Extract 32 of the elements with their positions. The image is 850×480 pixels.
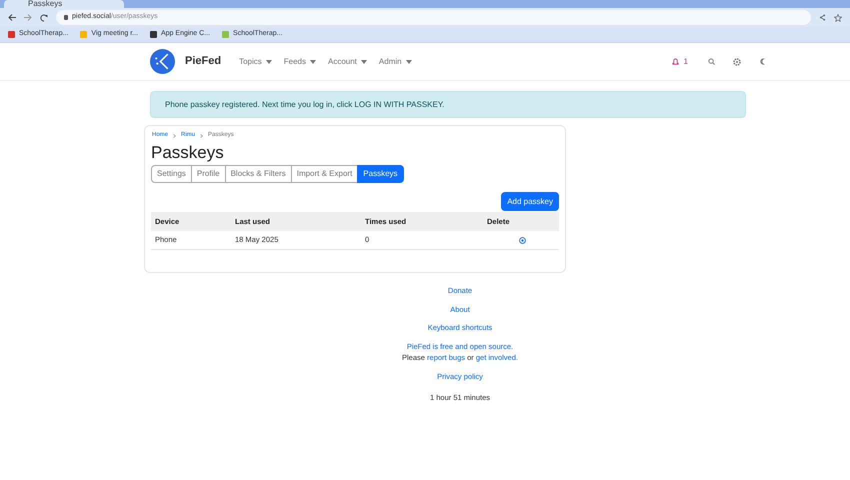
settings-tab[interactable]: Passkeys [357, 165, 404, 183]
nav-menu[interactable]: Admin [378, 56, 412, 68]
search-icon[interactable] [708, 58, 715, 65]
success-alert: Phone passkey registered. Next time you log in, click LOG IN WITH PASSKEY. [150, 91, 746, 118]
moon-icon[interactable] [759, 58, 766, 65]
browser-tab[interactable]: Passkeys [4, 0, 124, 8]
reload-icon[interactable] [40, 14, 48, 22]
page-title: Passkeys [151, 142, 225, 164]
settings-icon[interactable] [733, 58, 741, 66]
star-icon[interactable] [834, 14, 842, 22]
caret-icon [406, 60, 412, 64]
chevron-icon [173, 134, 176, 138]
brand-name[interactable]: PieFed [185, 53, 222, 70]
nav-menu[interactable]: Account [328, 56, 367, 68]
notification-button[interactable]: 1 [672, 56, 688, 68]
nav-menu[interactable]: Feeds [284, 56, 316, 68]
settings-tab[interactable]: Settings [151, 165, 192, 183]
caret-icon [266, 60, 272, 64]
back-icon[interactable] [8, 14, 16, 21]
bell-icon [672, 58, 679, 65]
delete-icon[interactable] [519, 236, 526, 244]
settings-tab[interactable]: Profile [190, 165, 226, 183]
lock-icon [64, 15, 68, 20]
settings-tab[interactable]: Import & Export [290, 165, 358, 183]
caret-icon [310, 60, 316, 64]
logo-icon [150, 49, 175, 74]
nav-menu[interactable]: Topics [239, 56, 272, 68]
add-passkey-button[interactable]: Add passkey [501, 192, 559, 211]
chevron-icon [200, 134, 204, 138]
settings-tab[interactable]: Blocks & Filters [224, 165, 292, 183]
caret-icon [360, 60, 367, 64]
share-icon[interactable] [819, 14, 826, 21]
